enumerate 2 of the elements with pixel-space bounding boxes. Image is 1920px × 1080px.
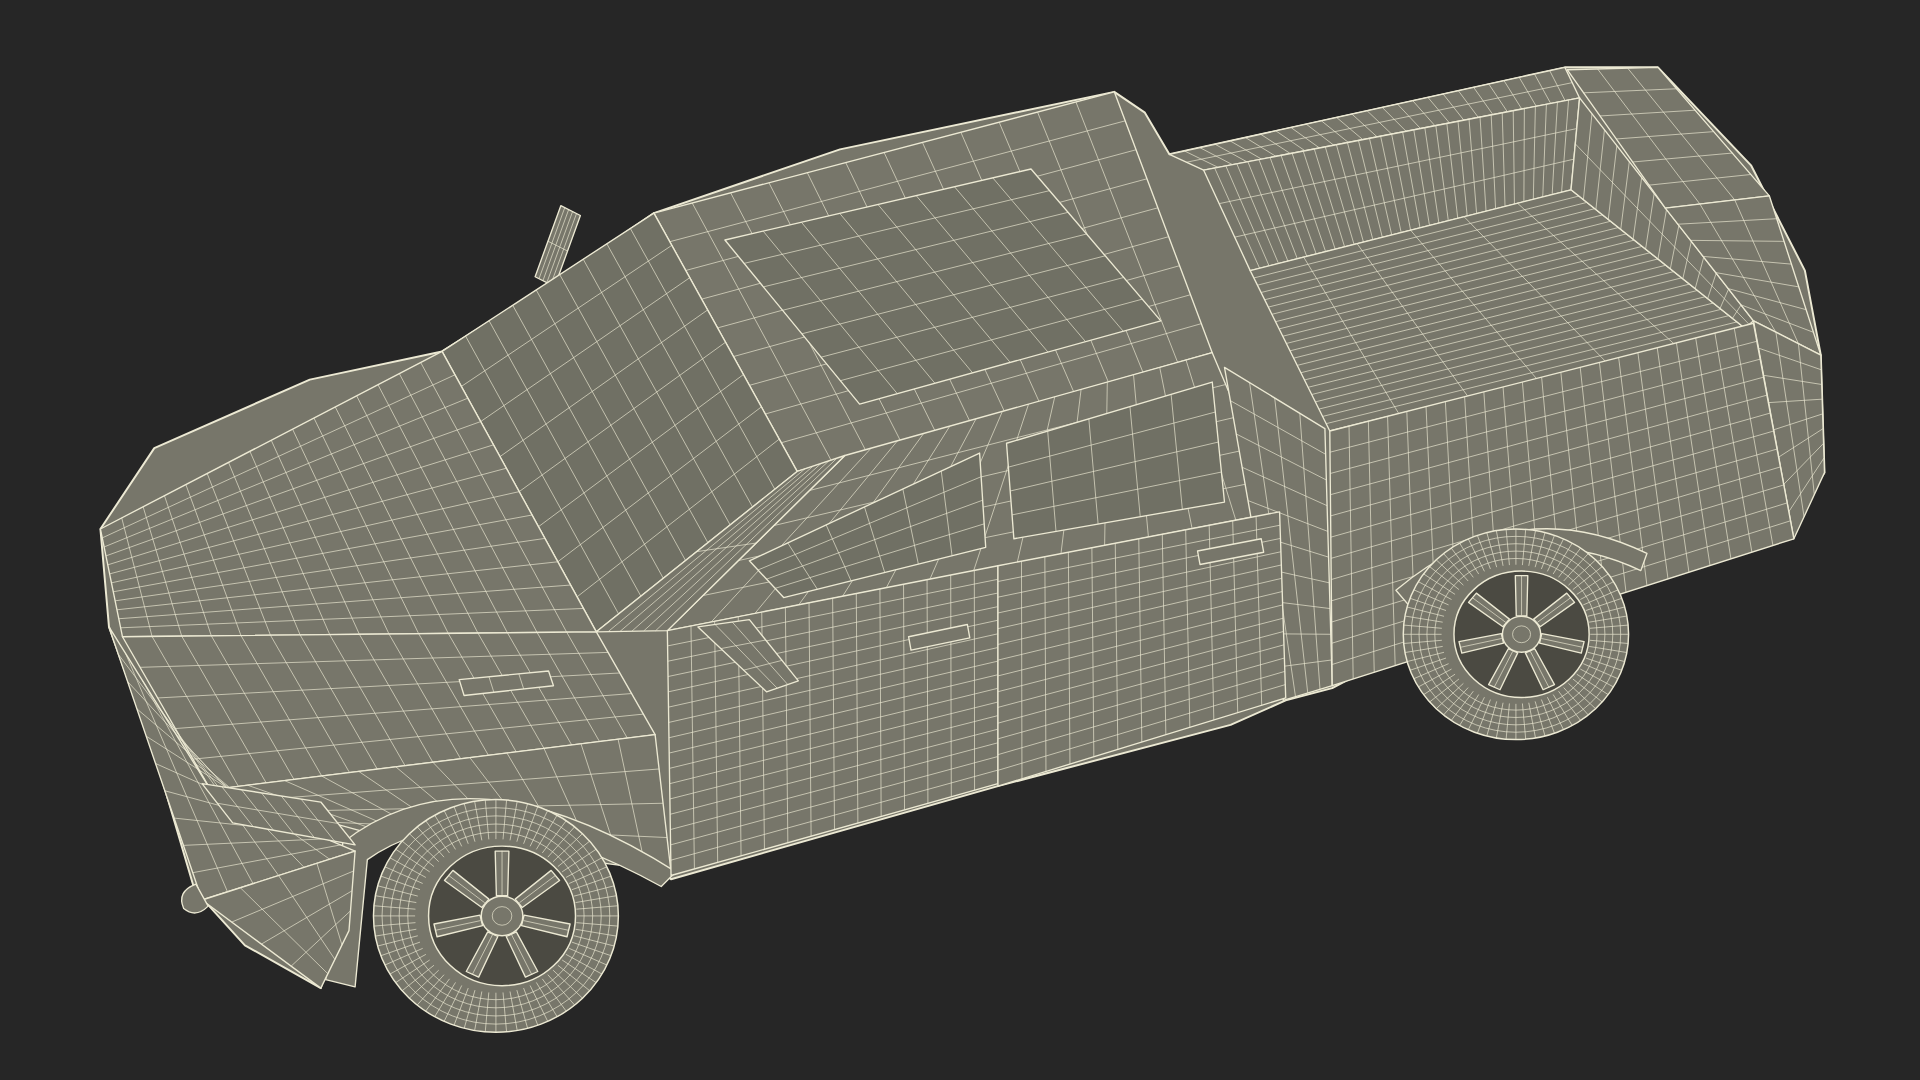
door-handle — [1196, 538, 1265, 566]
door-handle — [907, 623, 971, 651]
